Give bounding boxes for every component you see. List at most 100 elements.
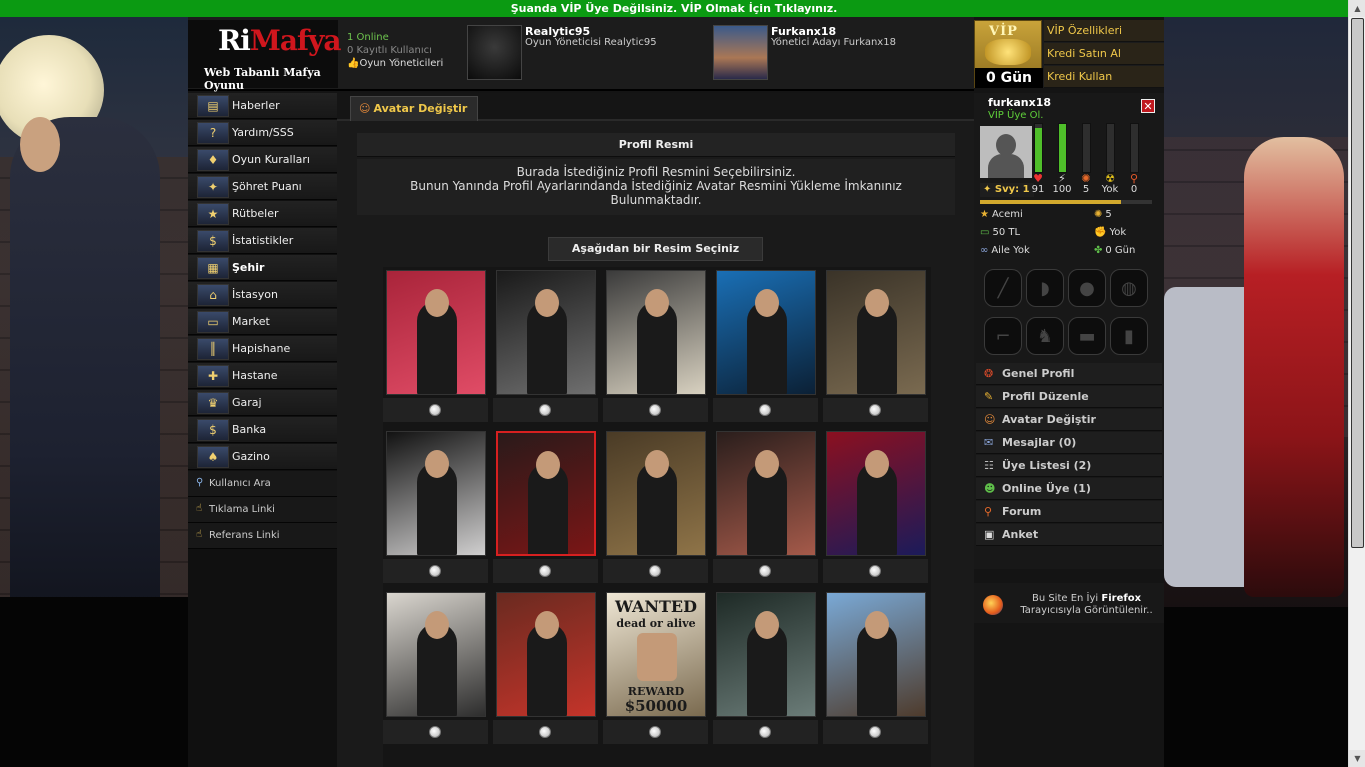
avatar-image[interactable] (496, 592, 596, 717)
username[interactable]: furkanx18 (988, 96, 1051, 109)
avatar-radio[interactable] (539, 565, 551, 577)
nav-item[interactable]: ⌂ İstasyon (188, 282, 337, 308)
avatar-radio[interactable] (649, 404, 661, 416)
user-menu-item[interactable]: ☻ Online Üye (1) (976, 478, 1162, 500)
bank-icon: $ (197, 419, 229, 441)
tab-avatar-change[interactable]: ☺ Avatar Değiştir (350, 96, 479, 121)
figure-head (865, 611, 889, 639)
avatar-radio[interactable] (759, 404, 771, 416)
nav-item[interactable]: $ Banka (188, 417, 337, 443)
avatar-image[interactable] (826, 270, 926, 395)
avatar-image[interactable] (496, 431, 596, 556)
helmet-slot-icon[interactable]: ◗ (1026, 269, 1064, 307)
vip-features-link[interactable]: VİP Özellikleri (1044, 20, 1164, 42)
scroll-thumb[interactable] (1351, 18, 1364, 548)
user-menu-item[interactable]: ▣ Anket (976, 524, 1162, 546)
avatar-image[interactable] (606, 270, 706, 395)
radio-row (493, 559, 598, 583)
page-scrollbar[interactable]: ▲ ▼ (1348, 0, 1365, 767)
admins-link[interactable]: 👍Oyun Yöneticileri (347, 58, 443, 69)
avatar-radio[interactable] (539, 726, 551, 738)
tab-bar: ☺ Avatar Değiştir (337, 93, 974, 121)
wanted-subtitle: dead or alive (616, 617, 696, 630)
nav-item[interactable]: ? Yardım/SSS (188, 120, 337, 146)
avatar-icon: ☺ (984, 413, 996, 426)
avatar-radio[interactable] (429, 404, 441, 416)
vip-banner-link[interactable]: Şuanda VİP Üye Değilsiniz. VİP Olmak İçi… (0, 0, 1348, 17)
buy-credit-link[interactable]: Kredi Satın Al (1044, 43, 1164, 65)
avatar-image[interactable] (716, 270, 816, 395)
nav-item[interactable]: ♛ Garaj (188, 390, 337, 416)
staff-avatar[interactable] (467, 25, 522, 80)
dog-slot-icon[interactable]: ♞ (1026, 317, 1064, 355)
user-menu-item[interactable]: ✎ Profil Düzenle (976, 386, 1162, 408)
stats-icon: $ (197, 230, 229, 252)
avatar-image[interactable] (606, 431, 706, 556)
avatar-image[interactable] (496, 270, 596, 395)
avatar-image[interactable] (386, 270, 486, 395)
user-menu-label: Anket (1002, 528, 1039, 541)
avatar-image[interactable] (386, 592, 486, 717)
avatar-image[interactable] (716, 592, 816, 717)
nav-item[interactable]: ✦ Şöhret Puanı (188, 174, 337, 200)
user-menu-item[interactable]: ☺ Avatar Değiştir (976, 409, 1162, 431)
nav-item[interactable]: $ İstatistikler (188, 228, 337, 254)
nav-link[interactable]: ⚲ Kullanıcı Ara (188, 471, 337, 497)
ground (1164, 607, 1348, 767)
avatar-radio[interactable] (649, 726, 661, 738)
nav-link[interactable]: ☝ Referans Linki (188, 523, 337, 549)
nav-item[interactable]: ▤ Haberler (188, 93, 337, 119)
nav-item[interactable]: ║ Hapishane (188, 336, 337, 362)
nav-item[interactable]: ♦ Oyun Kuralları (188, 147, 337, 173)
weapon-slot-knife-icon[interactable]: ╱ (984, 269, 1022, 307)
radio-row (383, 720, 488, 744)
user-avatar[interactable] (980, 126, 1032, 178)
user-menu-item[interactable]: ⚲ Forum (976, 501, 1162, 523)
link-icon: ∞ (980, 245, 989, 256)
avatar-radio[interactable] (429, 726, 441, 738)
nav-item[interactable]: ♠ Gazino (188, 444, 337, 470)
vip-join-link[interactable]: VİP Üye Ol. (988, 110, 1043, 121)
avatar-image[interactable]: WANTED dead or alive REWARD $50000 (606, 592, 706, 717)
vip-box[interactable]: VİP 0 Gün (974, 20, 1043, 88)
avatar-image[interactable] (386, 431, 486, 556)
vest-slot-icon[interactable]: ▮ (1110, 317, 1148, 355)
avatar-radio[interactable] (759, 726, 771, 738)
nav-item[interactable]: ★ Rütbeler (188, 201, 337, 227)
use-credit-link[interactable]: Kredi Kullan (1044, 66, 1164, 88)
user-menu-item[interactable]: ❂ Genel Profil (976, 363, 1162, 385)
user-panel: furkanx18 VİP Üye Ol. ✕ ✦ Svy: 1 ★ Acemi … (974, 93, 1164, 569)
gun-slot-icon[interactable]: ⌐ (984, 317, 1022, 355)
avatar-radio[interactable] (539, 404, 551, 416)
staff-avatar[interactable] (713, 25, 768, 80)
grenade-slot-icon[interactable]: ◍ (1110, 269, 1148, 307)
avatar-radio[interactable] (869, 404, 881, 416)
nav-item[interactable]: ▦ Şehir (188, 255, 337, 281)
nav-link-label: Tıklama Linki (209, 504, 275, 515)
bomb-slot-icon[interactable]: ● (1068, 269, 1106, 307)
car-slot-icon[interactable]: ▬ (1068, 317, 1106, 355)
gangster-figure (10, 117, 160, 677)
avatar-option (493, 589, 598, 749)
nav-item[interactable]: ✚ Hastane (188, 363, 337, 389)
nav-item[interactable]: ▭ Market (188, 309, 337, 335)
close-icon[interactable]: ✕ (1141, 99, 1155, 113)
nav-item-label: Rütbeler (232, 207, 279, 220)
avatar-image[interactable] (826, 431, 926, 556)
figure-head (645, 450, 669, 478)
user-menu-item[interactable]: ✉ Mesajlar (0) (976, 432, 1162, 454)
nav-link[interactable]: ☝ Tıklama Linki (188, 497, 337, 523)
online-count[interactable]: 1 Online (347, 32, 389, 43)
user-menu-item[interactable]: ☷ Üye Listesi (2) (976, 455, 1162, 477)
avatar-radio[interactable] (869, 726, 881, 738)
scroll-down-arrow-icon[interactable]: ▼ (1349, 750, 1365, 767)
site-logo[interactable]: RiMafya Web Tabanlı Mafya Oyunu (188, 20, 341, 92)
avatar-radio[interactable] (869, 565, 881, 577)
avatar-radio[interactable] (759, 565, 771, 577)
avatar-silhouette-head (996, 134, 1016, 156)
scroll-up-arrow-icon[interactable]: ▲ (1349, 0, 1365, 17)
avatar-radio[interactable] (429, 565, 441, 577)
avatar-image[interactable] (826, 592, 926, 717)
avatar-image[interactable] (716, 431, 816, 556)
avatar-radio[interactable] (649, 565, 661, 577)
